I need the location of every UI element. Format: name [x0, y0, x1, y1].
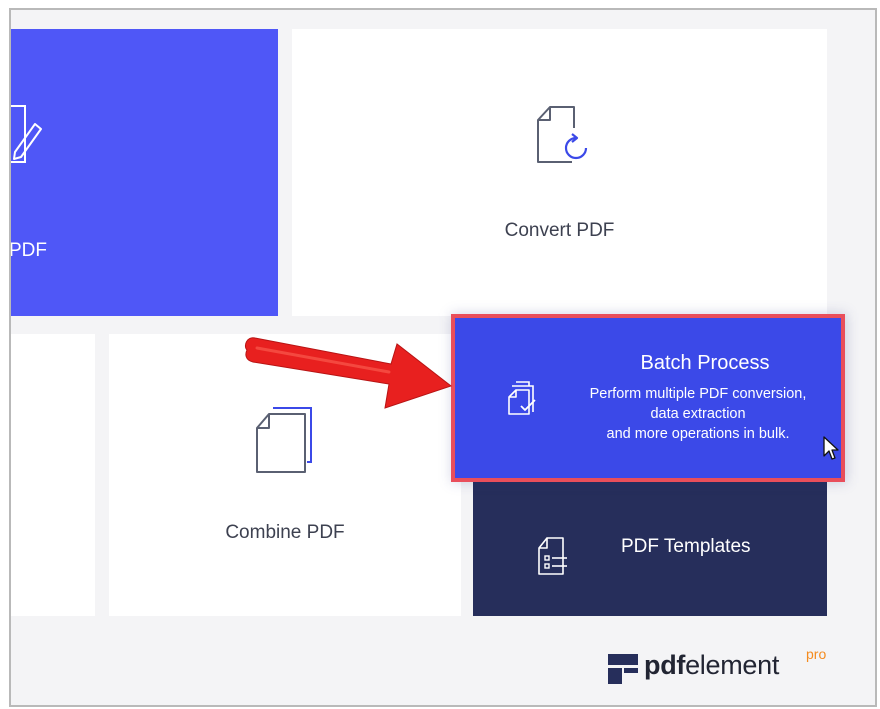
edit-pdf-icon — [11, 105, 42, 163]
brand-wordmark: pdfelement — [644, 650, 779, 681]
red-arrow-annotation — [244, 337, 453, 409]
batch-process-icon — [508, 381, 536, 415]
edit-pdf-tile[interactable]: PDF — [9, 29, 278, 316]
convert-pdf-tile[interactable]: Convert PDF — [292, 29, 827, 316]
pdf-templates-icon — [538, 537, 567, 575]
combine-pdf-label: Combine PDF — [225, 522, 345, 543]
edit-pdf-label: PDF — [9, 240, 47, 261]
mouse-pointer-icon — [823, 436, 839, 460]
brand-bold: pdf — [644, 650, 686, 680]
pdf-templates-label: PDF Templates — [621, 536, 751, 557]
brand-pro-badge: pro — [806, 646, 827, 662]
batch-process-description: Perform multiple PDF conversion, data ex… — [563, 384, 833, 444]
pdf-templates-tile[interactable]: PDF Templates — [473, 480, 827, 616]
convert-pdf-icon — [537, 106, 588, 163]
brand-regular: element — [685, 650, 780, 680]
pdfelement-logo-icon — [608, 654, 638, 684]
batch-desc-line-2: data extraction — [650, 406, 746, 422]
batch-desc-line-1: Perform multiple PDF conversion, — [589, 386, 807, 402]
partial-tile[interactable] — [11, 334, 95, 616]
batch-desc-line-3: and more operations in bulk. — [606, 426, 790, 442]
convert-pdf-label: Convert PDF — [504, 220, 615, 241]
app-window: PDF Convert PDF Combine PDF PDF Template… — [9, 8, 877, 707]
batch-process-tile[interactable]: Batch Process Perform multiple PDF conve… — [451, 314, 845, 482]
batch-process-title: Batch Process — [640, 352, 770, 374]
